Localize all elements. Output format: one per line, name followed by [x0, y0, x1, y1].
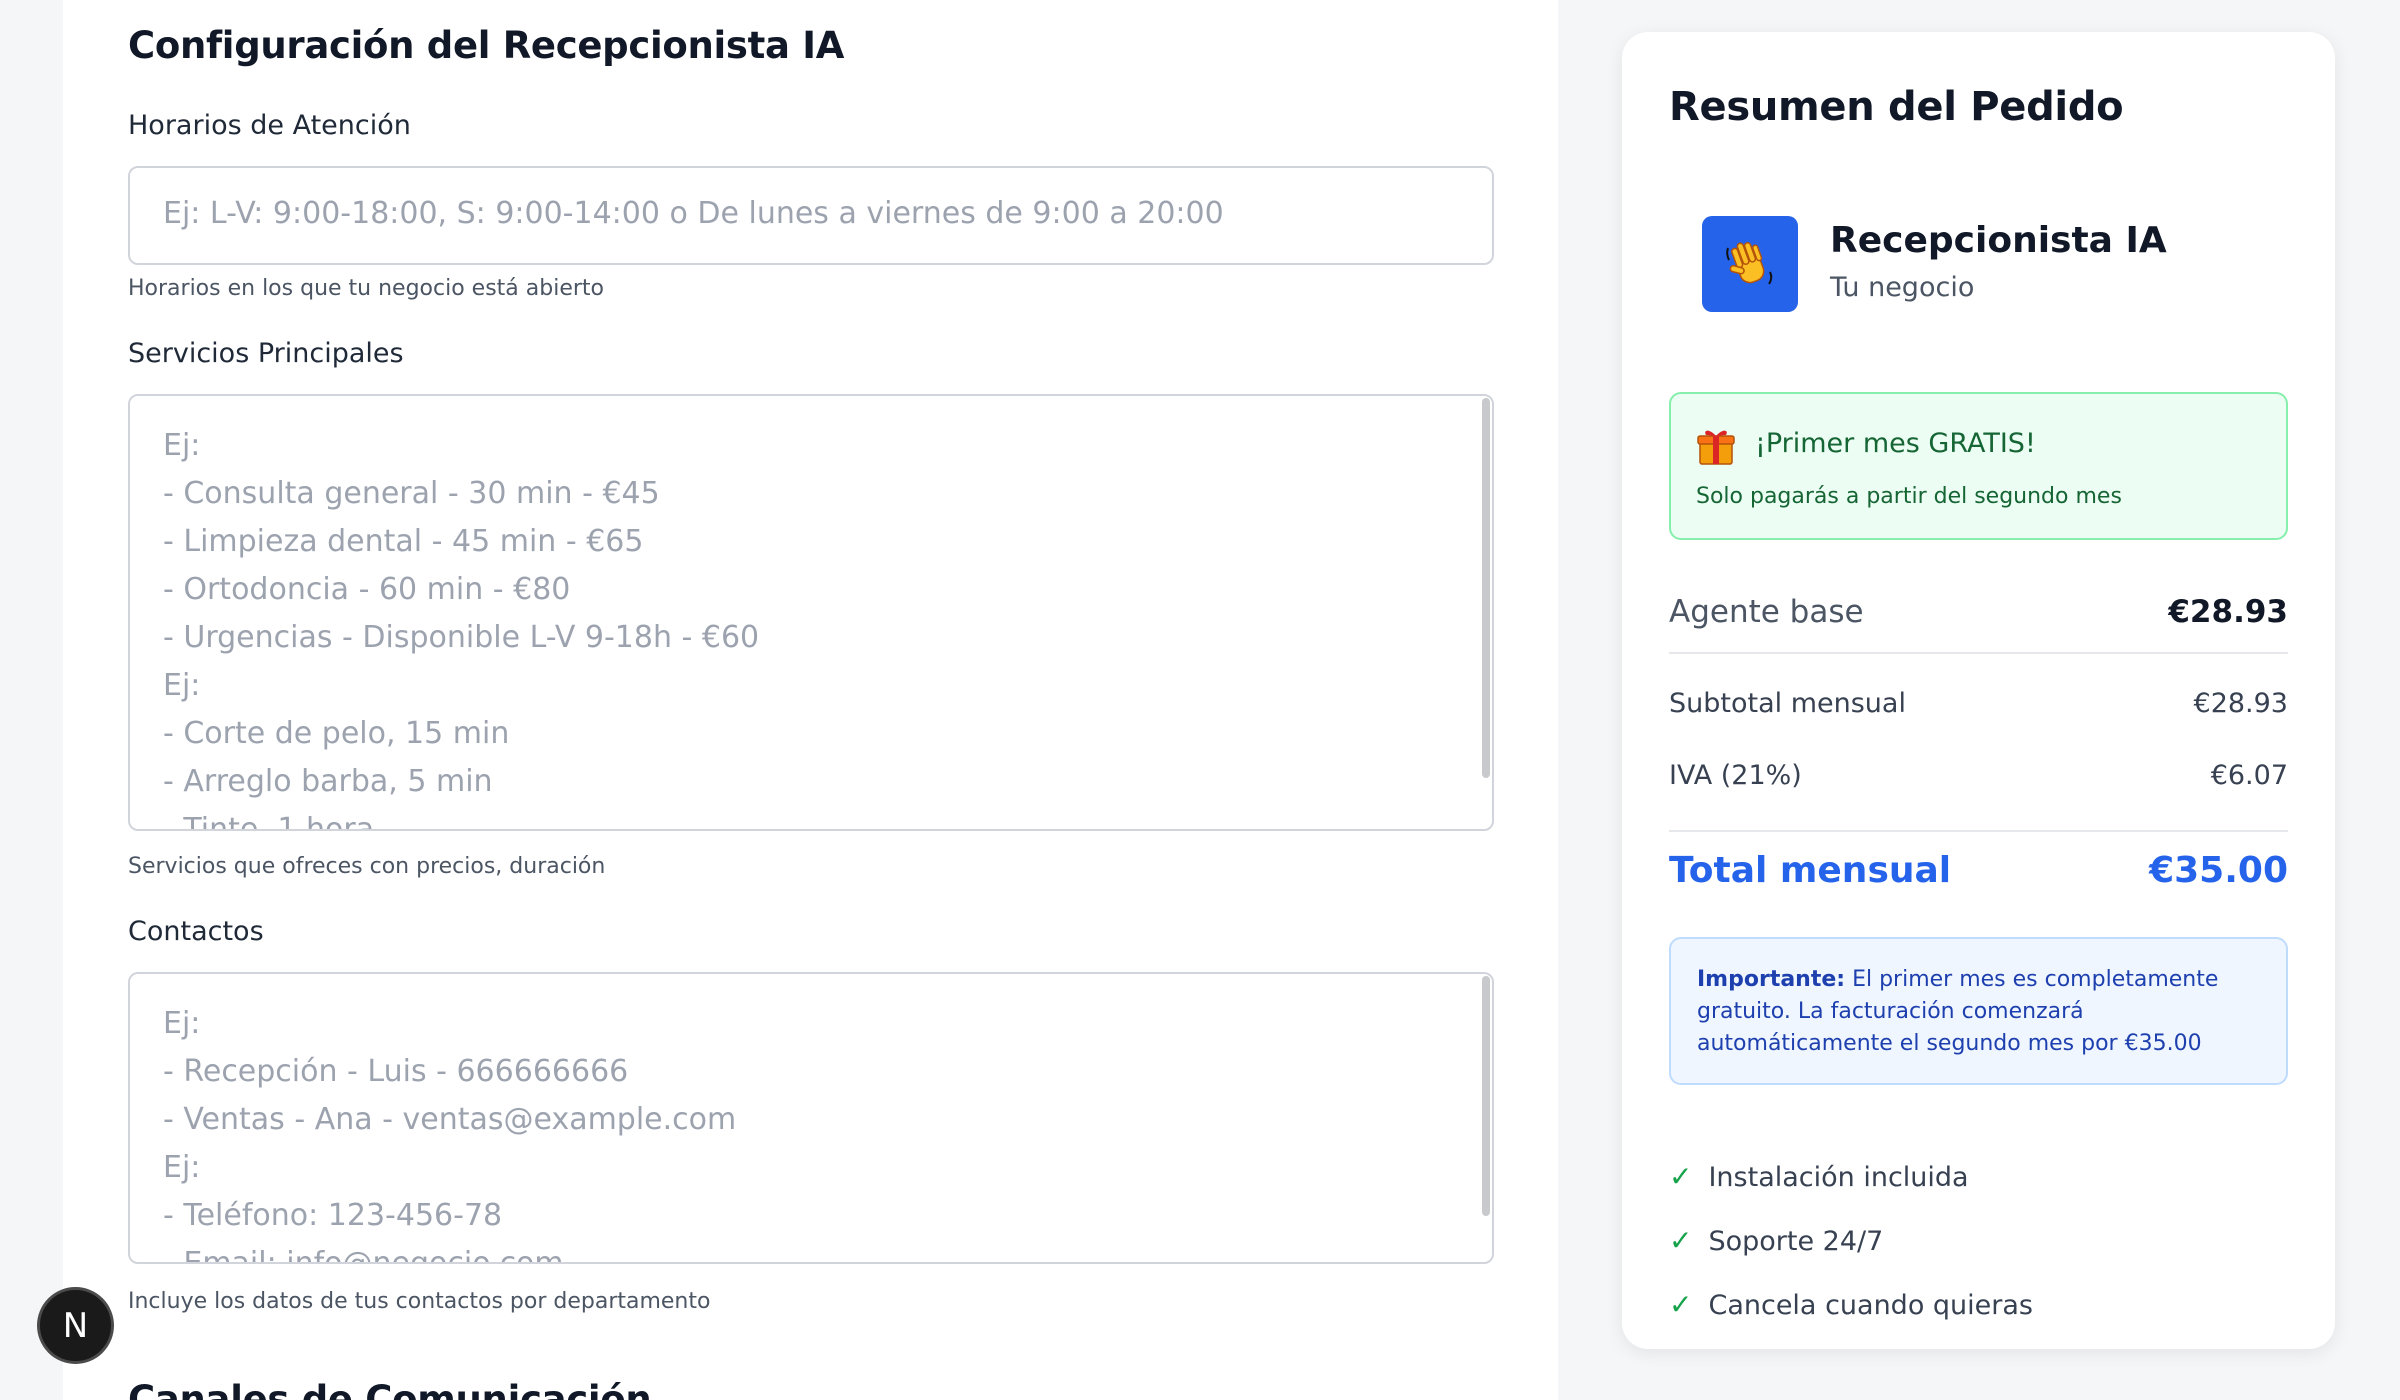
feature-item: ✓ Soporte 24/7 — [1669, 1224, 1883, 1257]
notice-heading: Importante: — [1697, 967, 1846, 992]
iva-value: €6.07 — [2210, 760, 2288, 791]
subtotal-value: €28.93 — [2193, 688, 2288, 719]
base-price-value: €28.93 — [2168, 594, 2288, 630]
hours-input[interactable]: Ej: L-V: 9:00-18:00, S: 9:00-14:00 o De … — [128, 166, 1494, 265]
check-icon: ✓ — [1669, 1224, 1693, 1257]
billing-notice: Importante: El primer mes es completamen… — [1669, 937, 2288, 1085]
total-value: €35.00 — [2149, 850, 2288, 891]
hours-label: Horarios de Atención — [128, 110, 411, 141]
promo-banner: ¡Primer mes GRATIS! Solo pagarás a parti… — [1669, 392, 2288, 540]
total-label: Total mensual — [1669, 850, 1952, 891]
product-name: Recepcionista IA — [1830, 220, 2167, 261]
services-label: Servicios Principales — [128, 338, 404, 369]
feature-label: Cancela cuando quieras — [1708, 1290, 2033, 1321]
order-summary: Resumen del Pedido Recepcionista IA Tu n… — [1622, 32, 2335, 1349]
divider — [1669, 652, 2288, 654]
hours-placeholder: Ej: L-V: 9:00-18:00, S: 9:00-14:00 o De … — [163, 196, 1224, 231]
services-helper: Servicios que ofreces con precios, durac… — [128, 854, 606, 879]
services-scrollbar[interactable] — [1482, 398, 1490, 778]
services-placeholder: Ej: - Consulta general - 30 min - €45 - … — [163, 428, 760, 831]
config-panel: Configuración del Recepcionista IA Horar… — [63, 0, 1558, 1400]
waving-hand-icon — [1702, 216, 1798, 312]
check-icon: ✓ — [1669, 1160, 1693, 1193]
feature-item: ✓ Instalación incluida — [1669, 1160, 1969, 1193]
subtotal-label: Subtotal mensual — [1669, 688, 1906, 719]
feature-item: ✓ Cancela cuando quieras — [1669, 1288, 2033, 1321]
summary-title: Resumen del Pedido — [1669, 84, 2124, 130]
product-subtitle: Tu negocio — [1830, 272, 1975, 303]
nextjs-dev-button[interactable]: N — [37, 1287, 114, 1364]
contacts-helper: Incluye los datos de tus contactos por d… — [128, 1289, 711, 1314]
iva-label: IVA (21%) — [1669, 760, 1802, 791]
feature-label: Soporte 24/7 — [1708, 1226, 1884, 1257]
hours-helper: Horarios en los que tu negocio está abie… — [128, 276, 604, 301]
promo-title: ¡Primer mes GRATIS! — [1755, 428, 2036, 459]
contacts-textarea[interactable]: Ej: - Recepción - Luis - 666666666 - Ven… — [128, 972, 1494, 1264]
check-icon: ✓ — [1669, 1288, 1693, 1321]
contacts-scrollbar[interactable] — [1482, 976, 1490, 1216]
promo-subtitle: Solo pagarás a partir del segundo mes — [1696, 484, 2122, 509]
contacts-placeholder: Ej: - Recepción - Luis - 666666666 - Ven… — [163, 1006, 737, 1264]
divider — [1669, 830, 2288, 832]
base-price-label: Agente base — [1669, 594, 1864, 630]
contacts-label: Contactos — [128, 916, 264, 947]
feature-label: Instalación incluida — [1708, 1162, 1969, 1193]
gift-icon — [1697, 426, 1735, 470]
services-textarea[interactable]: Ej: - Consulta general - 30 min - €45 - … — [128, 394, 1494, 831]
page-title: Configuración del Recepcionista IA — [128, 24, 845, 67]
channels-section-title: Canales de Comunicación — [128, 1378, 652, 1400]
